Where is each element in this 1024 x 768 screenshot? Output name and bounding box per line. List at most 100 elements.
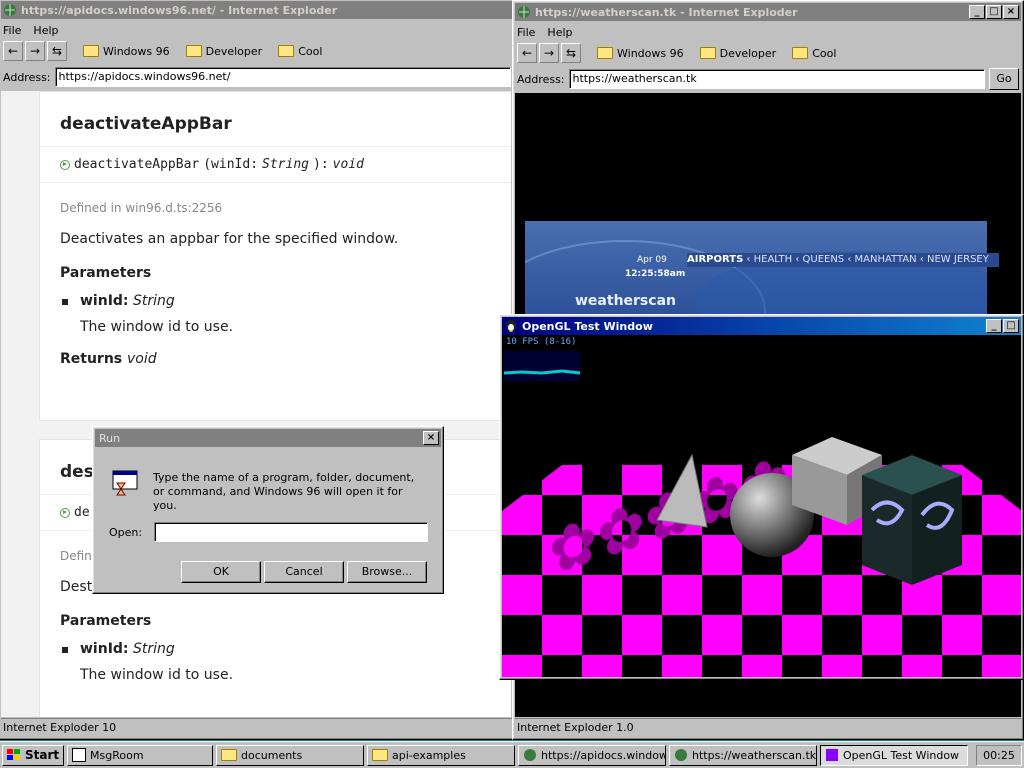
ie-weatherscan-menubar: File Help — [517, 23, 573, 41]
back-arrow-icon[interactable]: ← — [3, 41, 23, 61]
task-label: OpenGL Test Window — [843, 748, 960, 762]
refresh-icon[interactable]: ⇆ — [561, 43, 581, 63]
folder-icon — [597, 47, 613, 59]
ticker-item: MANHATTAN — [854, 254, 917, 265]
browse-button[interactable]: Browse... — [347, 561, 427, 583]
close-button[interactable]: × — [1003, 5, 1019, 19]
ie-apidocs-status: Internet Exploder 10 — [1, 718, 513, 737]
signature-type: String — [262, 157, 309, 172]
opengl-title: OpenGL Test Window — [522, 319, 653, 333]
cancel-button[interactable]: Cancel — [264, 561, 344, 583]
ticker-active: AIRPORTS — [687, 254, 744, 265]
address-label: Address: — [3, 70, 51, 84]
taskbar: Start MsgRoom documents api-examples htt… — [0, 741, 1024, 768]
tray-clock[interactable]: 00:25 — [976, 744, 1022, 766]
doc-description: Deactivates an appbar for the specified … — [60, 231, 399, 247]
task-opengl[interactable]: OpenGL Test Window — [820, 744, 968, 766]
favorite-developer[interactable]: Developer — [185, 45, 262, 58]
weatherscan-logo: weatherscan — [575, 293, 676, 309]
folder-icon — [792, 47, 809, 59]
param-name: winId: — [80, 641, 129, 657]
favorite-windows96[interactable]: Windows 96 — [597, 47, 684, 60]
ticker-item: QUEENS — [802, 254, 845, 265]
maximize-button[interactable]: □ — [1003, 319, 1019, 333]
run-titlebar[interactable]: Run × — [95, 429, 441, 447]
doc-params-heading: Parameters — [60, 265, 152, 281]
forward-arrow-icon[interactable]: → — [25, 41, 45, 61]
task-apidocs[interactable]: https://apidocs.window... — [518, 744, 666, 766]
task-label: documents — [241, 748, 303, 762]
run-open-input[interactable] — [154, 522, 428, 542]
weatherscan-date: Apr 09 — [637, 255, 667, 265]
ok-button[interactable]: OK — [181, 561, 261, 583]
signature-args: (winId: — [203, 157, 259, 172]
ie-globe-icon — [4, 4, 16, 16]
address-label: Address: — [517, 72, 565, 86]
apidocs-page[interactable]: deactivateAppBar deactivateAppBar (winId:… — [1, 91, 511, 717]
ie-apidocs-toolbar: ← → ⇆ Windows 96 Developer Cool — [3, 39, 511, 63]
param-type: String — [132, 293, 175, 309]
folder-icon — [221, 749, 237, 761]
ie-apidocs-title: https://apidocs.windows96.net/ - Interne… — [21, 3, 338, 17]
doc-param-desc: The window id to use. — [80, 319, 234, 335]
run-title: Run — [99, 431, 121, 445]
ie-weatherscan-title: https://weatherscan.tk - Internet Explod… — [535, 5, 798, 19]
task-weatherscan[interactable]: https://weatherscan.tk... — [669, 744, 817, 766]
go-button[interactable]: Go — [989, 68, 1019, 90]
favorite-cool[interactable]: Cool — [792, 47, 836, 60]
start-label: Start — [25, 748, 60, 762]
task-msgroom[interactable]: MsgRoom — [67, 744, 213, 766]
ie-globe-icon — [518, 6, 530, 18]
param-name: winId: — [80, 293, 129, 309]
doc-returns: Returns void — [40, 341, 511, 373]
weatherscan-time: 12:25:58am — [625, 269, 686, 279]
opengl-titlebar[interactable]: OpenGL Test Window _ □ — [502, 317, 1021, 335]
favorite-windows96[interactable]: Windows 96 — [83, 45, 170, 58]
opengl-canvas[interactable]: ✿✿✿✿✿ 10 FPS (8-16) — [502, 335, 1021, 677]
favorite-label: Windows 96 — [103, 44, 170, 58]
doc-param-2: winId: String — [40, 635, 511, 663]
doc-card-deactivate: deactivateAppBar deactivateAppBar (winId:… — [39, 91, 511, 421]
ie-weatherscan-titlebar[interactable]: https://weatherscan.tk - Internet Explod… — [515, 3, 1021, 21]
ie-apidocs-titlebar[interactable]: https://apidocs.windows96.net/ - Interne… — [1, 1, 513, 19]
minimize-button[interactable]: _ — [986, 319, 1002, 333]
signature-name: deactivateAppBar — [74, 157, 200, 172]
task-documents[interactable]: documents — [216, 744, 364, 766]
refresh-icon[interactable]: ⇆ — [47, 41, 67, 61]
folder-icon — [699, 47, 716, 59]
task-label: MsgRoom — [90, 748, 144, 762]
folder-icon — [278, 45, 295, 57]
fps-counter: 10 FPS (8-16) — [506, 337, 577, 347]
ie-weatherscan-status: Internet Exploder 1.0 — [515, 718, 1021, 737]
favorite-developer[interactable]: Developer — [699, 47, 776, 60]
forward-arrow-icon[interactable]: → — [539, 43, 559, 63]
favorite-cool[interactable]: Cool — [278, 45, 322, 58]
tux-icon — [506, 320, 516, 332]
doc-defined-in[interactable]: Defined in win96.d.ts:2256 — [40, 183, 511, 223]
menu-file[interactable]: File — [3, 24, 21, 37]
back-arrow-icon[interactable]: ← — [517, 43, 537, 63]
run-dialog: Run × Type the name of a program, folder… — [92, 426, 444, 594]
close-button[interactable]: × — [423, 431, 439, 445]
returns-label: Returns — [60, 351, 123, 367]
run-hourglass-icon — [112, 470, 138, 496]
address-input[interactable]: https://weatherscan.tk — [568, 69, 985, 89]
menu-help[interactable]: Help — [33, 24, 58, 37]
ie-weatherscan-addressbar: Address: https://weatherscan.tk Go — [517, 67, 1019, 91]
ie-window-apidocs: https://apidocs.windows96.net/ - Interne… — [0, 0, 516, 740]
minimize-button[interactable]: _ — [969, 5, 985, 19]
address-input[interactable]: https://apidocs.windows96.net/ — [54, 67, 511, 87]
favorite-label: Cool — [812, 46, 837, 60]
folder-icon — [185, 45, 202, 57]
run-open-label: Open: — [109, 526, 143, 539]
windows-logo-icon — [7, 749, 20, 760]
fps-graph — [504, 351, 580, 381]
menu-file[interactable]: File — [517, 26, 535, 39]
maximize-button[interactable]: □ — [986, 5, 1002, 19]
task-api-examples[interactable]: api-examples — [367, 744, 515, 766]
ie-weatherscan-toolbar: ← → ⇆ Windows 96 Developer Cool — [517, 41, 1019, 65]
menu-help[interactable]: Help — [547, 26, 572, 39]
folder-icon — [372, 749, 388, 761]
ie-globe-icon — [675, 749, 687, 761]
start-button[interactable]: Start — [2, 744, 64, 766]
